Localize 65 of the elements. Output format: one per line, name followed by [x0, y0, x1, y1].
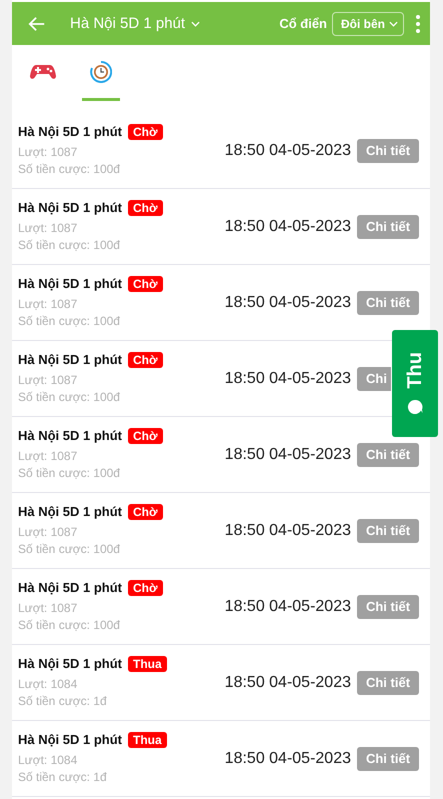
- status-badge: Thua: [128, 732, 167, 748]
- status-badge: Chờ: [128, 428, 163, 444]
- detail-button[interactable]: Chi: [357, 366, 391, 390]
- round-number: Lượt: 1087: [18, 296, 78, 312]
- detail-button[interactable]: Chi tiết: [357, 670, 419, 694]
- bet-amount: Số tiền cược: 1đ: [18, 692, 108, 710]
- round-number: Lượt: 1087: [18, 372, 78, 388]
- detail-button[interactable]: Chi tiết: [357, 746, 419, 770]
- detail-button[interactable]: Chi tiết: [357, 138, 419, 162]
- bet-amount: Số tiền cược: 100đ: [18, 160, 121, 178]
- status-badge: Chờ: [128, 504, 163, 520]
- bet-time: 18:50 04-05-2023: [224, 598, 351, 616]
- game-name: Hà Nội 5D 1 phút: [18, 580, 122, 595]
- round-number: Lượt: 1084: [18, 676, 78, 692]
- mode-dropdown[interactable]: Đôi bên: [332, 12, 404, 36]
- bet-time: 18:50 04-05-2023: [224, 674, 351, 692]
- bet-time: 18:50 04-05-2023: [224, 522, 351, 540]
- detail-button[interactable]: Chi tiết: [357, 214, 419, 238]
- game-name: Hà Nội 5D 1 phút: [18, 656, 122, 671]
- chat-bubble-icon: [407, 398, 423, 415]
- status-badge: Chờ: [128, 276, 163, 292]
- round-number: Lượt: 1087: [18, 144, 78, 160]
- detail-button[interactable]: Chi tiết: [357, 594, 419, 618]
- round-number: Lượt: 1087: [18, 600, 78, 616]
- detail-button[interactable]: Chi tiết: [357, 442, 419, 466]
- bet-time: 18:50 04-05-2023: [224, 370, 351, 388]
- round-number: Lượt: 1087: [18, 448, 78, 464]
- round-number: Lượt: 1087: [18, 524, 78, 540]
- bet-amount: Số tiền cược: 100đ: [18, 312, 121, 330]
- bet-time: 18:50 04-05-2023: [224, 142, 351, 160]
- round-number: Lượt: 1084: [18, 752, 78, 768]
- status-badge: Thua: [128, 656, 167, 672]
- bet-amount: Số tiền cược: 100đ: [18, 616, 121, 634]
- game-name: Hà Nội 5D 1 phút: [18, 124, 122, 139]
- detail-button[interactable]: Chi tiết: [357, 290, 419, 314]
- game-name: Hà Nội 5D 1 phút: [18, 276, 122, 291]
- game-name: Hà Nội 5D 1 phút: [18, 200, 122, 215]
- game-dropdown[interactable]: Hà Nội 5D 1 phút: [70, 15, 200, 32]
- status-badge: Chờ: [128, 200, 163, 216]
- bet-amount: Số tiền cược: 100đ: [18, 236, 121, 254]
- bet-amount: Số tiền cược: 100đ: [18, 464, 121, 482]
- status-badge: Chờ: [128, 352, 163, 368]
- game-name: Hà Nội 5D 1 phút: [18, 352, 122, 367]
- game-name: Hà Nội 5D 1 phút: [18, 504, 122, 519]
- chevron-icon: [191, 20, 200, 26]
- clock-icon: [90, 60, 112, 82]
- bet-amount: Số tiền cược: 100đ: [18, 388, 121, 406]
- bet-time: 18:50 04-05-2023: [224, 294, 351, 312]
- more-menu-icon[interactable]: [416, 14, 420, 32]
- game-name: Hà Nội 5D 1 phút: [18, 732, 122, 747]
- detail-button[interactable]: Chi tiết: [357, 518, 419, 542]
- bet-amount: Số tiền cược: 1đ: [18, 768, 108, 786]
- gamepad-icon: [30, 62, 56, 80]
- status-badge: Chờ: [128, 580, 163, 596]
- back-arrow-icon[interactable]: [28, 14, 46, 32]
- round-number: Lượt: 1087: [18, 220, 78, 236]
- mode-label: Cổ điển: [279, 16, 327, 31]
- bet-amount: Số tiền cược: 100đ: [18, 540, 121, 558]
- chevron-icon: [389, 20, 398, 26]
- bet-time: 18:50 04-05-2023: [224, 446, 351, 464]
- status-badge: Chờ: [128, 124, 163, 140]
- side-tab[interactable]: Thu: [392, 330, 438, 437]
- bet-time: 18:50 04-05-2023: [224, 218, 351, 236]
- bet-time: 18:50 04-05-2023: [224, 750, 351, 768]
- game-name: Hà Nội 5D 1 phút: [18, 428, 122, 443]
